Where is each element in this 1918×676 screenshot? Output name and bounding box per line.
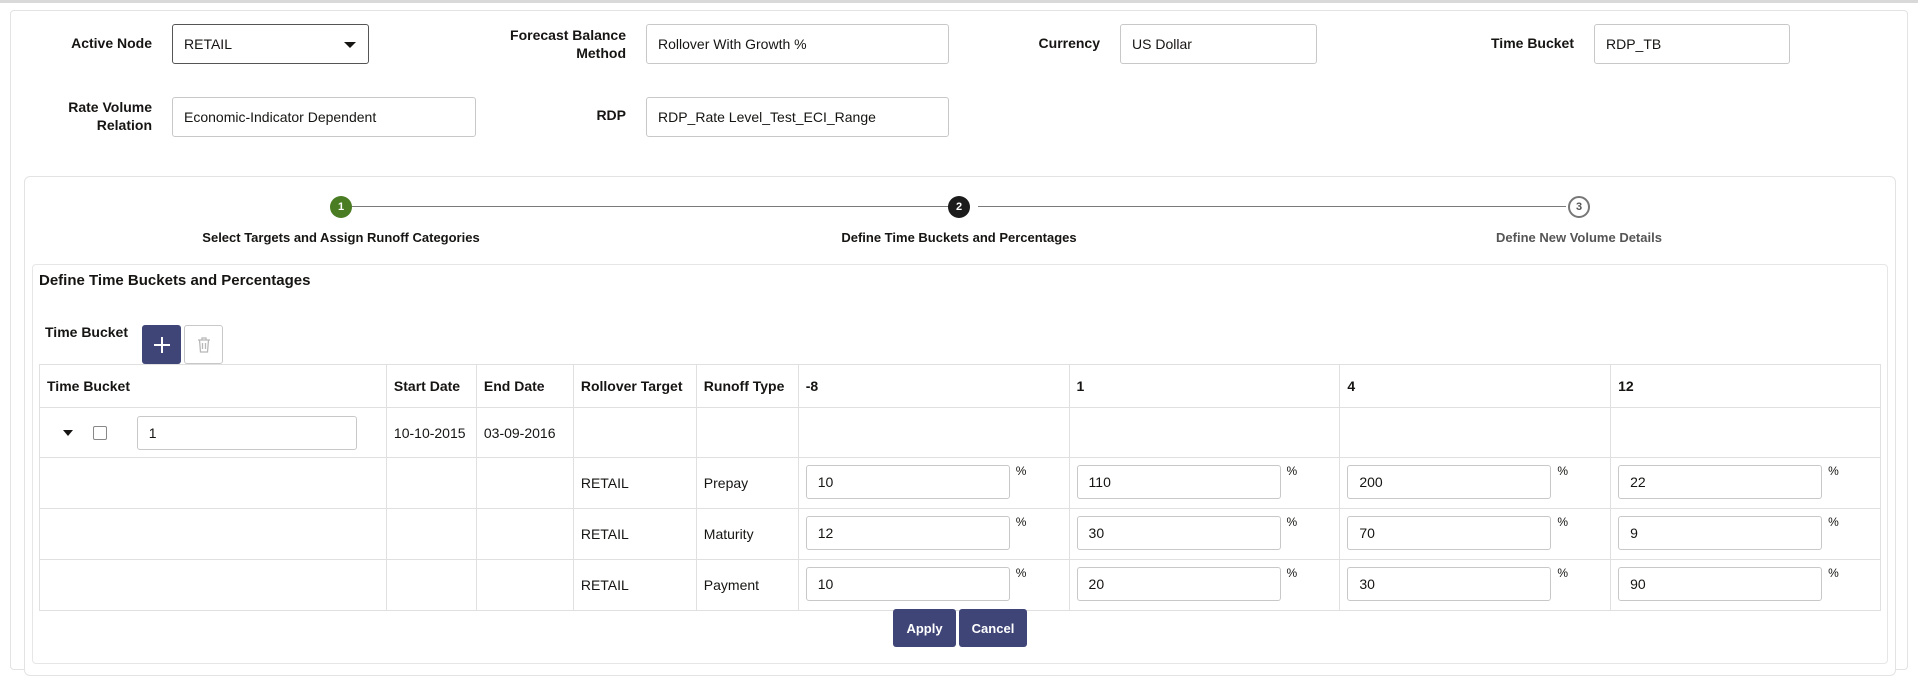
rdp-label: RDP: [596, 107, 626, 123]
time-bucket-cell: 1: [39, 407, 387, 458]
step-3-indicator[interactable]: 3: [1568, 196, 1590, 218]
percent-input[interactable]: 90: [1618, 567, 1823, 601]
step-2-label[interactable]: Define Time Buckets and Percentages: [779, 230, 1139, 245]
active-node-label: Active Node: [71, 35, 152, 51]
section-title: Define Time Buckets and Percentages: [39, 272, 311, 289]
currency-label: Currency: [1038, 35, 1100, 51]
column-header[interactable]: Time Bucket: [39, 364, 387, 408]
table-header-row: Time Bucket Start Date End Date Rollover…: [39, 364, 1881, 408]
percent-input[interactable]: 30: [1076, 516, 1281, 550]
runoff-type-cell: Prepay: [695, 457, 799, 509]
time-bucket-form-label: Time Bucket: [1491, 35, 1574, 51]
percent-sign: %: [1286, 566, 1298, 580]
row-checkbox[interactable]: [92, 425, 107, 440]
time-bucket-value: RDP_TB: [1606, 36, 1662, 52]
column-header[interactable]: 4: [1339, 364, 1612, 408]
table-row: RETAIL Payment 10% 20% 30% 90%: [39, 559, 1881, 611]
chevron-down-icon: [344, 42, 356, 48]
currency-value: US Dollar: [1132, 36, 1192, 52]
rate-volume-relation-value: Economic-Indicator Dependent: [184, 109, 377, 125]
percent-sign: %: [1828, 566, 1839, 580]
column-header[interactable]: 12: [1610, 364, 1881, 408]
runoff-type-cell: Maturity: [695, 508, 799, 560]
currency-field[interactable]: US Dollar: [1120, 24, 1317, 64]
rate-volume-relation-field[interactable]: Economic-Indicator Dependent: [172, 97, 476, 137]
trash-icon: [197, 336, 210, 353]
percent-sign: %: [1828, 464, 1839, 478]
column-header[interactable]: Rollover Target: [572, 364, 697, 408]
percent-input[interactable]: 70: [1347, 516, 1552, 550]
rdp-field[interactable]: RDP_Rate Level_Test_ECI_Range: [646, 97, 949, 137]
percent-input[interactable]: 22: [1618, 465, 1823, 499]
percent-input[interactable]: 20: [1076, 567, 1281, 601]
chevron-down-icon[interactable]: [63, 429, 73, 436]
percent-input[interactable]: 10: [805, 567, 1010, 601]
forecast-balance-method-value: Rollover With Growth %: [658, 36, 807, 52]
step-3-label[interactable]: Define New Volume Details: [1399, 230, 1759, 245]
train-connector: [978, 206, 1566, 207]
percent-sign: %: [1015, 566, 1027, 580]
percent-sign: %: [1286, 515, 1298, 529]
rollover-target-cell: RETAIL: [572, 559, 697, 611]
table-row: RETAIL Maturity 12% 30% 70% 9%: [39, 508, 1881, 560]
percent-input[interactable]: 10: [805, 465, 1010, 499]
rate-volume-relation-label: Rate Volume Relation: [68, 99, 152, 133]
percent-input[interactable]: 110: [1076, 465, 1281, 499]
column-header[interactable]: -8: [797, 364, 1070, 408]
add-row-button[interactable]: [142, 325, 181, 364]
runoff-type-cell: Payment: [695, 559, 799, 611]
time-bucket-input[interactable]: 1: [136, 415, 357, 450]
percent-sign: %: [1015, 464, 1027, 478]
active-node-value: RETAIL: [184, 36, 232, 52]
forecast-balance-method-field[interactable]: Rollover With Growth %: [646, 24, 949, 64]
percent-input[interactable]: 30: [1347, 567, 1552, 601]
plus-icon: [153, 336, 170, 353]
percent-sign: %: [1015, 515, 1027, 529]
percent-input[interactable]: 12: [805, 516, 1010, 550]
delete-row-button[interactable]: [184, 325, 223, 364]
end-date-cell: 03-09-2016: [475, 407, 574, 458]
column-header[interactable]: Start Date: [385, 364, 477, 408]
percent-input[interactable]: 9: [1618, 516, 1823, 550]
percent-sign: %: [1557, 566, 1569, 580]
column-header[interactable]: Runoff Type: [695, 364, 799, 408]
apply-button[interactable]: Apply: [893, 609, 956, 647]
percent-sign: %: [1286, 464, 1298, 478]
percent-sign: %: [1828, 515, 1839, 529]
time-bucket-field[interactable]: RDP_TB: [1594, 24, 1790, 64]
time-bucket-table: Time Bucket Start Date End Date Rollover…: [39, 364, 1881, 611]
train-connector: [352, 206, 950, 207]
active-node-select[interactable]: RETAIL: [172, 24, 369, 64]
top-border: [0, 0, 1918, 3]
step-1-label[interactable]: Select Targets and Assign Runoff Categor…: [161, 230, 521, 245]
percent-sign: %: [1557, 464, 1569, 478]
column-header[interactable]: 1: [1068, 364, 1341, 408]
rollover-target-cell: RETAIL: [572, 508, 697, 560]
rollover-target-cell: RETAIL: [572, 457, 697, 509]
percent-sign: %: [1557, 515, 1569, 529]
step-1-indicator[interactable]: 1: [330, 196, 352, 218]
table-row: RETAIL Prepay 10% 110% 200% 22%: [39, 457, 1881, 509]
step-2-indicator[interactable]: 2: [948, 196, 970, 218]
cancel-button[interactable]: Cancel: [959, 609, 1027, 647]
forecast-balance-method-label: Forecast Balance Method: [510, 27, 626, 61]
table-row: 1 10-10-2015 03-09-2016: [39, 407, 1881, 458]
rdp-value: RDP_Rate Level_Test_ECI_Range: [658, 109, 876, 125]
start-date-cell: 10-10-2015: [385, 407, 477, 458]
time-bucket-toolbar-label: Time Bucket: [45, 324, 128, 340]
column-header[interactable]: End Date: [475, 364, 574, 408]
percent-input[interactable]: 200: [1347, 465, 1552, 499]
